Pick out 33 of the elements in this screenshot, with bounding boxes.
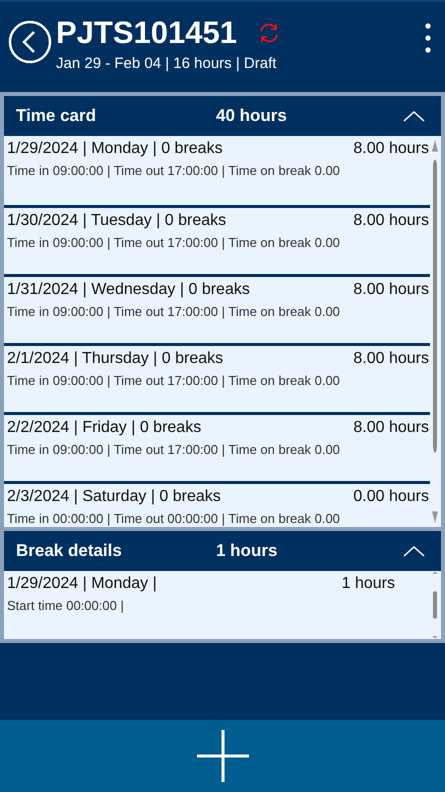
entry-hours: 8.00 hours [353, 350, 429, 368]
entry-title[interactable]: 1/29/2024 | Monday | [7, 575, 157, 593]
section-total: 40 hours [216, 106, 288, 126]
entry-hours: 8.00 hours [353, 140, 429, 158]
entry-hours: 8.00 hours [353, 212, 429, 230]
section-header[interactable]: Break details 1 hours [4, 531, 441, 571]
entry-title[interactable]: 1/31/2024 | Wednesday | 0 breaks [7, 281, 250, 299]
entry-title[interactable]: 1/29/2024 | Monday | 0 breaks [7, 140, 223, 158]
entry-details: Time in 09:00:00 | Time out 17:00:00 | Time on break 0.00 [7, 373, 341, 388]
back-icon[interactable] [8, 20, 52, 64]
section-header[interactable]: Time card 40 hours [4, 96, 441, 136]
entry-details: Time in 09:00:00 | Time out 17:00:00 | Time on break 0.00 [7, 304, 341, 319]
plus-icon [194, 728, 250, 784]
section-total: 1 hours [216, 541, 278, 561]
entry-details: Time in 09:00:00 | Time out 17:00:00 | Time on break 0.00 [7, 442, 341, 457]
page-title: PJTS101451 [56, 16, 237, 50]
scrollbar-icon[interactable] [430, 571, 440, 639]
entry-hours: 8.00 hours [353, 419, 429, 437]
entry-hours: 0.00 hours [353, 488, 429, 506]
entry-details: Time in 09:00:00 | Time out 17:00:00 | Time on break 0.00 [7, 163, 341, 178]
page-subtitle: Jan 29 - Feb 04 | 16 hours | Draft [56, 55, 278, 72]
section-title: Time card [16, 106, 98, 126]
more-icon[interactable] [424, 22, 432, 54]
entry-hours: 1 hours [342, 575, 395, 593]
section-title: Break details [16, 541, 123, 561]
entry-hours: 8.00 hours [353, 281, 429, 299]
entry-details: Start time 00:00:00 | [7, 598, 125, 613]
entry-details: Time in 09:00:00 | Time out 17:00:00 | Time on break 0.00 [7, 235, 341, 250]
entry-title[interactable]: 2/1/2024 | Thursday | 0 breaks [7, 350, 224, 368]
entry-title[interactable]: 2/2/2024 | Friday | 0 breaks [7, 419, 202, 437]
entry-title[interactable]: 1/30/2024 | Tuesday | 0 breaks [7, 212, 226, 230]
entry-details: Time in 00:00:00 | Time out 00:00:00 | Time on break 0.00 [7, 511, 341, 526]
entry-title[interactable]: 2/3/2024 | Saturday | 0 breaks [7, 488, 221, 506]
